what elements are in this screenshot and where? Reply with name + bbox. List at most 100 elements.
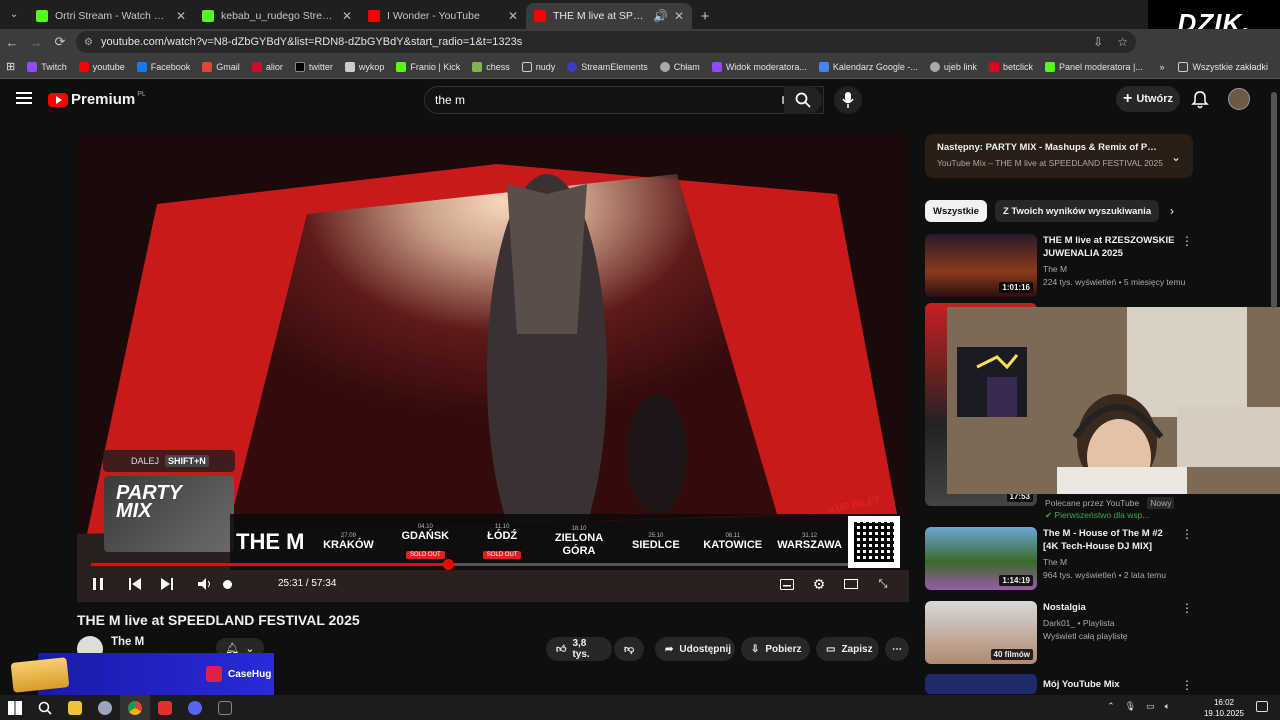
bookmark-facebook[interactable]: Facebook: [136, 61, 190, 72]
pause-button[interactable]: [90, 575, 106, 593]
site-info-icon[interactable]: ⚙: [84, 37, 93, 48]
progress-bar[interactable]: [91, 559, 897, 570]
bookmark-alior[interactable]: alior: [251, 61, 283, 72]
tab-close-icon[interactable]: ✕: [176, 9, 186, 23]
apps-grid-icon[interactable]: ⊞: [6, 60, 15, 73]
speaker-icon[interactable]: 🔈︎: [1165, 701, 1170, 712]
create-button[interactable]: + Utwórz: [1116, 86, 1180, 112]
download-button[interactable]: ⇩ Pobierz: [741, 637, 810, 661]
file-explorer-icon[interactable]: [60, 695, 90, 720]
bookmark-chlam[interactable]: Chłam: [659, 61, 700, 72]
search-input[interactable]: the m ✕: [424, 86, 824, 114]
tab-the-m-live[interactable]: THE M live at SPEEDLAND FESTIVAL 2025 🔊 ✕: [526, 3, 692, 29]
more-options-icon[interactable]: ⋮: [1181, 678, 1193, 692]
video-thumbnail[interactable]: 1:01:16: [925, 234, 1037, 297]
volume-slider-handle[interactable]: [222, 575, 232, 593]
tab-search-icon[interactable]: ⌄: [0, 0, 28, 29]
next-video-thumbnail[interactable]: PARTY MIX: [104, 476, 234, 552]
forward-icon[interactable]: →: [24, 29, 48, 55]
page-scrollbar[interactable]: [1271, 92, 1277, 308]
notifications-icon[interactable]: [1256, 701, 1268, 712]
microphone-icon[interactable]: 🎙︎: [1125, 701, 1136, 712]
more-actions-button[interactable]: ⋯: [885, 637, 909, 661]
discord-icon[interactable]: [180, 695, 210, 720]
theater-mode-button[interactable]: [842, 575, 860, 593]
youtube-premium-logo[interactable]: Premium PL: [48, 91, 146, 108]
share-button[interactable]: ➦ Udostępnij: [655, 637, 735, 661]
playlist-thumbnail[interactable]: 40 filmów: [925, 601, 1037, 664]
mix-thumbnail[interactable]: [925, 674, 1037, 694]
bookmark-franio[interactable]: Franio | Kick: [396, 61, 460, 72]
install-icon[interactable]: ⇩: [1093, 35, 1103, 49]
tab-close-icon[interactable]: ✕: [674, 9, 684, 23]
like-button[interactable]: 👍︎ 3,8 tys.: [546, 637, 612, 661]
more-options-icon[interactable]: ⋮: [1181, 234, 1193, 248]
bookmark-widok[interactable]: Widok moderatora...: [711, 61, 807, 72]
save-button[interactable]: ▭ Zapisz: [816, 637, 879, 661]
tab-ortri[interactable]: Ortri Stream - Watch Live on Kick ✕: [28, 3, 194, 29]
epic-games-icon[interactable]: [210, 695, 240, 720]
chrome-icon[interactable]: [120, 695, 150, 720]
bookmark-gmail[interactable]: Gmail: [202, 61, 240, 72]
bookmark-ujeb[interactable]: ujeb link: [929, 61, 977, 72]
recommended-playlist[interactable]: 40 filmów Nostalgia Dark01_ • Playlista …: [925, 601, 1195, 665]
view-playlist-link[interactable]: Wyświetl całą playlistę: [1043, 631, 1127, 641]
recommended-video[interactable]: 1:14:19 The M - House of The M #2 [4K Te…: [925, 527, 1195, 591]
settings-button[interactable]: ⚙: [810, 575, 828, 593]
bookmark-star-icon[interactable]: ☆: [1117, 35, 1128, 49]
video-thumbnail[interactable]: 1:14:19: [925, 527, 1037, 590]
tab-kebab[interactable]: kebab_u_rudego Stream - Watch ✕: [194, 3, 360, 29]
chevron-right-icon[interactable]: ›: [1170, 204, 1174, 218]
mute-tab-icon[interactable]: 🔊: [653, 9, 668, 23]
more-options-icon[interactable]: ⋮: [1181, 527, 1193, 541]
account-avatar[interactable]: [1228, 88, 1250, 110]
tab-close-icon[interactable]: ✕: [342, 9, 352, 23]
previous-button[interactable]: [126, 575, 144, 593]
more-bookmarks-icon[interactable]: »: [1159, 62, 1164, 72]
channel-name[interactable]: The M: [111, 636, 144, 648]
all-bookmarks-folder[interactable]: Wszystkie zakładki: [1178, 61, 1268, 72]
next-in-mix-panel[interactable]: Następny: PARTY MIX - Mashups & Remix of…: [925, 134, 1193, 178]
dislike-button[interactable]: 👎︎: [614, 637, 644, 661]
voice-search-button[interactable]: [834, 86, 862, 114]
recommended-mix[interactable]: Mój YouTube Mix ⋮: [925, 674, 1195, 694]
chip-all[interactable]: Wszystkie: [925, 200, 987, 222]
show-hidden-icons[interactable]: ⌃: [1107, 701, 1115, 712]
app-icon[interactable]: [150, 695, 180, 720]
bookmark-betclick[interactable]: betclick: [988, 61, 1033, 72]
url-bar[interactable]: ⚙ youtube.com/watch?v=N8-dZbGYBdY&list=R…: [76, 31, 1136, 53]
bookmark-twitter[interactable]: twitter: [294, 61, 333, 72]
bookmark-kalendarz[interactable]: Kalendarz Google -...: [818, 61, 918, 72]
tab-close-icon[interactable]: ✕: [508, 9, 518, 23]
windows-start-icon[interactable]: [0, 695, 30, 720]
notifications-icon[interactable]: [1190, 90, 1210, 110]
chip-from-search[interactable]: Z Twoich wyników wyszukiwania: [994, 200, 1160, 222]
bookmark-streamelements[interactable]: StreamElements: [567, 61, 648, 72]
subtitles-button[interactable]: [778, 575, 796, 593]
bookmark-twitch[interactable]: Twitch: [27, 61, 67, 72]
new-tab-button[interactable]: +: [692, 3, 718, 29]
chevron-down-icon[interactable]: ⌄: [1171, 150, 1181, 164]
fullscreen-button[interactable]: ⤡: [874, 575, 892, 593]
search-button[interactable]: [784, 86, 822, 114]
bookmark-youtube[interactable]: youtube: [78, 61, 125, 72]
back-icon[interactable]: ←: [0, 29, 24, 55]
network-icon[interactable]: ▭: [1146, 701, 1155, 712]
recommended-video[interactable]: 1:01:16 THE M live at RZESZOWSKIE JUWENA…: [925, 234, 1195, 298]
bookmark-wykop[interactable]: wykop: [344, 61, 384, 72]
search-icon[interactable]: [30, 695, 60, 720]
next-video-hint[interactable]: DALEJ SHIFT+N: [103, 450, 235, 472]
system-clock[interactable]: 16:02 19.10.2025: [1204, 697, 1244, 719]
bookmark-panel[interactable]: Panel moderatora |...: [1044, 61, 1143, 72]
reload-icon[interactable]: ⟳: [48, 29, 72, 55]
tab-i-wonder[interactable]: I Wonder - YouTube ✕: [360, 3, 526, 29]
menu-icon[interactable]: [16, 92, 32, 104]
next-button[interactable]: [158, 575, 176, 593]
more-options-icon[interactable]: ⋮: [1181, 601, 1193, 615]
volume-button[interactable]: [196, 575, 214, 593]
app-icon[interactable]: [90, 695, 120, 720]
bookmark-label: Wszystkie zakładki: [1192, 61, 1268, 72]
scrubber-handle[interactable]: [443, 559, 455, 570]
bookmark-nudy[interactable]: nudy: [521, 61, 555, 72]
bookmark-chess[interactable]: chess: [472, 61, 510, 72]
